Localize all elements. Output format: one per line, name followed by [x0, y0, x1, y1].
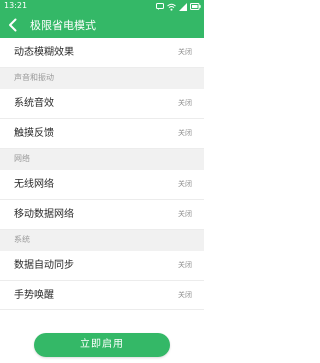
status-time: 13:21 [4, 1, 28, 10]
section-label: 网络 [14, 154, 30, 163]
back-arrow-icon [8, 17, 18, 36]
setting-row-system-sound[interactable]: 系统音效 关闭 [0, 89, 204, 119]
setting-value: 关闭 [178, 48, 192, 56]
app-header: 13:21 极限省电模式 [0, 0, 204, 38]
wifi-icon [167, 3, 176, 11]
title-bar: 极限省电模式 [0, 14, 204, 38]
setting-label: 数据自动同步 [14, 260, 74, 271]
setting-row-auto-sync[interactable]: 数据自动同步 关闭 [0, 251, 204, 281]
section-label: 声音和振动 [14, 73, 54, 82]
setting-row-mobile-data[interactable]: 移动数据网络 关闭 [0, 200, 204, 230]
setting-row-wifi[interactable]: 无线网络 关闭 [0, 170, 204, 200]
signal-icon [179, 2, 187, 11]
section-header-network: 网络 [0, 149, 204, 170]
status-bar: 13:21 [0, 0, 204, 13]
setting-value: 关闭 [178, 99, 192, 107]
setting-value: 关闭 [178, 291, 192, 299]
status-icons [156, 2, 201, 11]
section-header-system: 系统 [0, 230, 204, 251]
setting-value: 关闭 [178, 180, 192, 188]
settings-list: 动态模糊效果 关闭 声音和振动 系统音效 关闭 触摸反馈 关闭 网络 无线网络 … [0, 38, 204, 310]
setting-label: 动态模糊效果 [14, 47, 74, 58]
page-title: 极限省电模式 [30, 19, 96, 32]
setting-row-motion-blur[interactable]: 动态模糊效果 关闭 [0, 38, 204, 68]
setting-value: 关闭 [178, 261, 192, 269]
setting-row-touch-feedback[interactable]: 触摸反馈 关闭 [0, 119, 204, 149]
setting-label: 系统音效 [14, 98, 54, 109]
section-label: 系统 [14, 235, 30, 244]
setting-label: 移动数据网络 [14, 209, 74, 220]
setting-label: 无线网络 [14, 179, 54, 190]
section-header-sound: 声音和振动 [0, 68, 204, 89]
battery-icon [190, 3, 201, 10]
setting-label: 触摸反馈 [14, 128, 54, 139]
back-button[interactable] [2, 15, 24, 37]
setting-label: 手势唤醒 [14, 290, 54, 301]
message-icon [156, 3, 164, 10]
enable-now-button[interactable]: 立即启用 [34, 333, 170, 357]
setting-value: 关闭 [178, 129, 192, 137]
setting-row-gesture-wake[interactable]: 手势唤醒 关闭 [0, 281, 204, 310]
setting-value: 关闭 [178, 210, 192, 218]
